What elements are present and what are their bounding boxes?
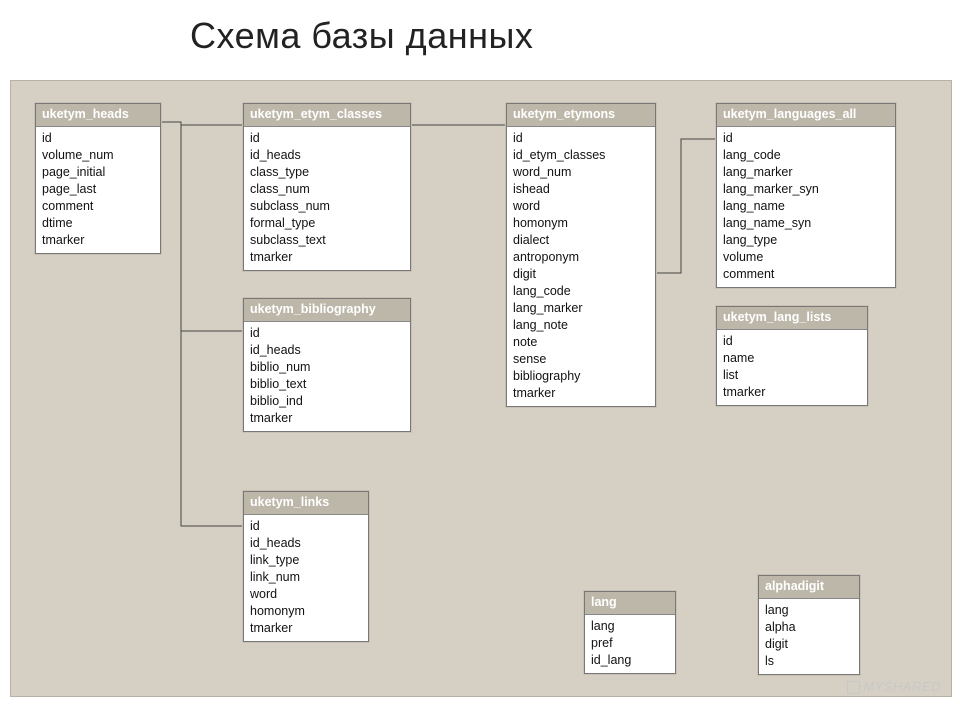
table-body: id id_heads link_type link_num word homo… — [244, 515, 368, 641]
field: word — [513, 198, 649, 215]
table-uketym-etym-classes[interactable]: uketym_etym_classes id id_heads class_ty… — [243, 103, 411, 271]
table-alphadigit[interactable]: alphadigit lang alpha digit ls — [758, 575, 860, 675]
table-body: lang alpha digit ls — [759, 599, 859, 674]
table-header: uketym_languages_all — [717, 104, 895, 127]
field: comment — [723, 266, 889, 283]
field: id — [42, 130, 154, 147]
field: tmarker — [250, 249, 404, 266]
field: sense — [513, 351, 649, 368]
field: digit — [513, 266, 649, 283]
field: id_lang — [591, 652, 669, 669]
field: word — [250, 586, 362, 603]
field: biblio_num — [250, 359, 404, 376]
table-body: id id_etym_classes word_num ishead word … — [507, 127, 655, 406]
schema-canvas: uketym_heads id volume_num page_initial … — [10, 80, 952, 697]
table-uketym-etymons[interactable]: uketym_etymons id id_etym_classes word_n… — [506, 103, 656, 407]
table-body: id lang_code lang_marker lang_marker_syn… — [717, 127, 895, 287]
field: id — [723, 130, 889, 147]
table-uketym-heads[interactable]: uketym_heads id volume_num page_initial … — [35, 103, 161, 254]
table-uketym-lang-lists[interactable]: uketym_lang_lists id name list tmarker — [716, 306, 868, 406]
table-header: alphadigit — [759, 576, 859, 599]
field: lang_marker — [513, 300, 649, 317]
field: id_heads — [250, 535, 362, 552]
watermark-icon — [847, 681, 860, 694]
table-body: lang pref id_lang — [585, 615, 675, 673]
field: id — [250, 325, 404, 342]
table-header: uketym_etym_classes — [244, 104, 410, 127]
field: tmarker — [42, 232, 154, 249]
table-body: id volume_num page_initial page_last com… — [36, 127, 160, 253]
field: link_type — [250, 552, 362, 569]
field: id_etym_classes — [513, 147, 649, 164]
field: id — [723, 333, 861, 350]
table-header: uketym_links — [244, 492, 368, 515]
table-header: lang — [585, 592, 675, 615]
table-body: id id_heads biblio_num biblio_text bibli… — [244, 322, 410, 431]
field: pref — [591, 635, 669, 652]
field: lang_name — [723, 198, 889, 215]
field: link_num — [250, 569, 362, 586]
field: lang_code — [513, 283, 649, 300]
field: id — [250, 130, 404, 147]
table-body: id id_heads class_type class_num subclas… — [244, 127, 410, 270]
table-header: uketym_etymons — [507, 104, 655, 127]
field: subclass_num — [250, 198, 404, 215]
field: name — [723, 350, 861, 367]
field: biblio_ind — [250, 393, 404, 410]
field: antroponym — [513, 249, 649, 266]
field: note — [513, 334, 649, 351]
table-header: uketym_bibliography — [244, 299, 410, 322]
field: id — [250, 518, 362, 535]
field: alpha — [765, 619, 853, 636]
table-header: uketym_heads — [36, 104, 160, 127]
table-uketym-bibliography[interactable]: uketym_bibliography id id_heads biblio_n… — [243, 298, 411, 432]
field: page_last — [42, 181, 154, 198]
field: lang_code — [723, 147, 889, 164]
page-title: Схема базы данных — [190, 15, 533, 57]
field: lang_marker — [723, 164, 889, 181]
watermark-text: MYSHARED — [863, 679, 941, 694]
field: homonym — [513, 215, 649, 232]
field: lang — [591, 618, 669, 635]
field: id_heads — [250, 342, 404, 359]
field: lang_name_syn — [723, 215, 889, 232]
field: lang_type — [723, 232, 889, 249]
field: class_num — [250, 181, 404, 198]
field: formal_type — [250, 215, 404, 232]
table-lang[interactable]: lang lang pref id_lang — [584, 591, 676, 674]
field: subclass_text — [250, 232, 404, 249]
field: word_num — [513, 164, 649, 181]
field: id_heads — [250, 147, 404, 164]
field: lang — [765, 602, 853, 619]
field: biblio_text — [250, 376, 404, 393]
field: volume_num — [42, 147, 154, 164]
table-uketym-languages-all[interactable]: uketym_languages_all id lang_code lang_m… — [716, 103, 896, 288]
field: lang_note — [513, 317, 649, 334]
field: class_type — [250, 164, 404, 181]
field: comment — [42, 198, 154, 215]
watermark: MYSHARED — [847, 679, 941, 694]
field: tmarker — [250, 410, 404, 427]
table-uketym-links[interactable]: uketym_links id id_heads link_type link_… — [243, 491, 369, 642]
field: dtime — [42, 215, 154, 232]
table-body: id name list tmarker — [717, 330, 867, 405]
field: homonym — [250, 603, 362, 620]
field: dialect — [513, 232, 649, 249]
field: volume — [723, 249, 889, 266]
field: list — [723, 367, 861, 384]
field: lang_marker_syn — [723, 181, 889, 198]
field: ls — [765, 653, 853, 670]
field: id — [513, 130, 649, 147]
field: ishead — [513, 181, 649, 198]
field: tmarker — [513, 385, 649, 402]
field: digit — [765, 636, 853, 653]
field: tmarker — [723, 384, 861, 401]
field: bibliography — [513, 368, 649, 385]
field: page_initial — [42, 164, 154, 181]
field: tmarker — [250, 620, 362, 637]
table-header: uketym_lang_lists — [717, 307, 867, 330]
